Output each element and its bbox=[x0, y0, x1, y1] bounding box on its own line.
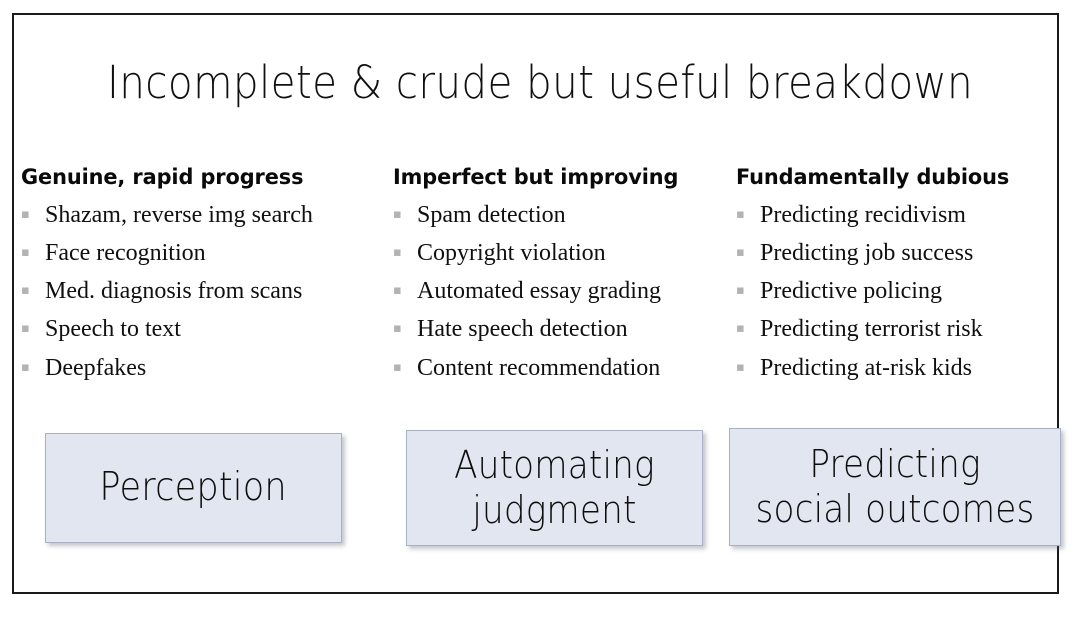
category-box-label: Automating judgment bbox=[454, 443, 655, 532]
category-box-label: Perception bbox=[99, 464, 288, 510]
category-box-label: Predicting social outcomes bbox=[755, 442, 1035, 531]
category-summary-boxes: Perception Automating judgment Predictin… bbox=[0, 0, 1080, 621]
category-box-automating-judgment: Automating judgment bbox=[406, 430, 703, 546]
category-box-predicting-social-outcomes: Predicting social outcomes bbox=[729, 428, 1061, 546]
category-box-perception: Perception bbox=[45, 433, 342, 543]
slide-canvas: Incomplete & crude but useful breakdown … bbox=[0, 0, 1080, 621]
